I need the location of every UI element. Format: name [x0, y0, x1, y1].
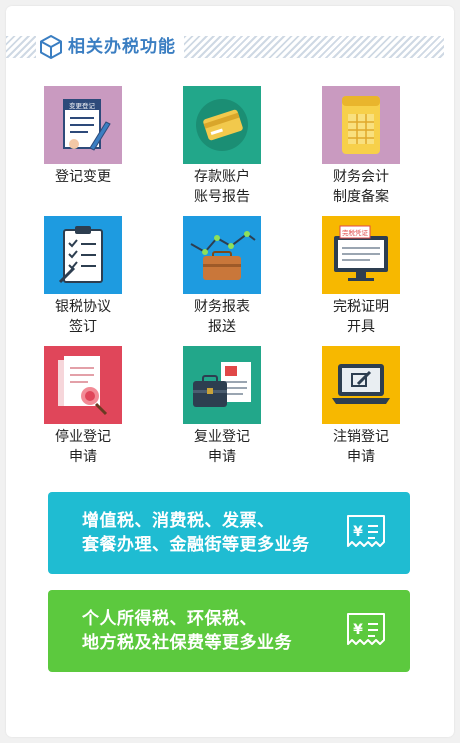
- tile-bank-tax-agreement[interactable]: 银税协议 签订: [28, 216, 138, 336]
- tile-icon-box: [322, 86, 400, 164]
- tile-label-line2: 制度备案: [333, 189, 389, 205]
- tile-icon-box: [183, 86, 261, 164]
- cube-icon: [40, 35, 62, 59]
- tile-financial-statement-submit[interactable]: 财务报表 报送: [167, 216, 277, 336]
- tile-label-line2: 申请: [208, 449, 236, 465]
- banner-vat-consumption-invoice[interactable]: 增值税、消费税、发票、 套餐办理、金融街等更多业务 ¥: [48, 492, 410, 574]
- tile-label-line1: 复业登记: [194, 429, 250, 445]
- tile-business-resumption[interactable]: 复业登记 申请: [167, 346, 277, 466]
- tile-icon-box: 完税凭证: [322, 216, 400, 294]
- svg-text:¥: ¥: [353, 622, 363, 638]
- banner-line1: 个人所得税、环保税、: [82, 609, 257, 629]
- banner-line2: 套餐办理、金融街等更多业务: [82, 535, 310, 555]
- tile-icon-box: 变更登记: [44, 86, 122, 164]
- tile-label-line1: 存款账户: [194, 169, 250, 185]
- tile-icon-box: [183, 346, 261, 424]
- tile-label-line1: 银税协议: [55, 299, 111, 315]
- laptop-edit-icon: [322, 346, 400, 424]
- tile-icon-box: [322, 346, 400, 424]
- cert-title-text: 完税凭证: [342, 228, 369, 237]
- tile-icon-box: [183, 216, 261, 294]
- bank-card-icon: [183, 86, 261, 164]
- tile-label-line2: 签订: [69, 319, 97, 335]
- briefcase-chart-icon: [183, 216, 261, 294]
- tile-label-line1: 登记变更: [55, 169, 111, 185]
- ledger-book-icon: [322, 86, 400, 164]
- functions-card: 相关办税功能 变更登记 登记变更 存款账户 账号报告 财务会计 制度备案 银税协…: [6, 6, 454, 737]
- section-header: 相关办税功能: [6, 32, 454, 64]
- tile-label-line2: 申请: [347, 449, 375, 465]
- tile-registration-change[interactable]: 变更登记 登记变更: [28, 86, 138, 206]
- svg-text:¥: ¥: [353, 524, 363, 540]
- section-title: 相关办税功能: [68, 37, 176, 57]
- registration-form-icon: 变更登记: [44, 86, 122, 164]
- banner-line2: 地方税及社保费等更多业务: [82, 633, 292, 653]
- tile-label-line1: 停业登记: [55, 429, 111, 445]
- tile-deregistration[interactable]: 注销登记 申请: [306, 346, 416, 466]
- tile-label-line2: 开具: [347, 319, 375, 335]
- tile-icon-box: [44, 346, 122, 424]
- tile-label-line2: 报送: [208, 319, 236, 335]
- form-title-text: 变更登记: [69, 101, 96, 110]
- header-hatch-decoration: [6, 36, 36, 58]
- tile-business-suspension[interactable]: 停业登记 申请: [28, 346, 138, 466]
- tax-receipt-icon: ¥: [347, 613, 385, 645]
- tile-label-line1: 财务会计: [333, 169, 389, 185]
- banner-line1: 增值税、消费税、发票、: [82, 511, 275, 531]
- header-hatch-decoration: [184, 36, 444, 58]
- tile-label-line2: 申请: [69, 449, 97, 465]
- tile-tax-payment-certificate[interactable]: 完税凭证 完税证明 开具: [306, 216, 416, 336]
- tax-certificate-monitor-icon: 完税凭证: [322, 216, 400, 294]
- tile-label-line2: 账号报告: [194, 189, 250, 205]
- briefcase-newspaper-icon: [183, 346, 261, 424]
- tile-deposit-account-report[interactable]: 存款账户 账号报告: [167, 86, 277, 206]
- document-seal-icon: [44, 346, 122, 424]
- banner-personal-income-env-tax[interactable]: 个人所得税、环保税、 地方税及社保费等更多业务 ¥: [48, 590, 410, 672]
- tile-icon-box: [44, 216, 122, 294]
- tile-accounting-system-filing[interactable]: 财务会计 制度备案: [306, 86, 416, 206]
- tax-receipt-icon: ¥: [347, 515, 385, 547]
- clipboard-checklist-icon: [44, 216, 122, 294]
- tile-label-line1: 注销登记: [333, 429, 389, 445]
- tile-label-line1: 完税证明: [333, 299, 389, 315]
- tile-label-line1: 财务报表: [194, 299, 250, 315]
